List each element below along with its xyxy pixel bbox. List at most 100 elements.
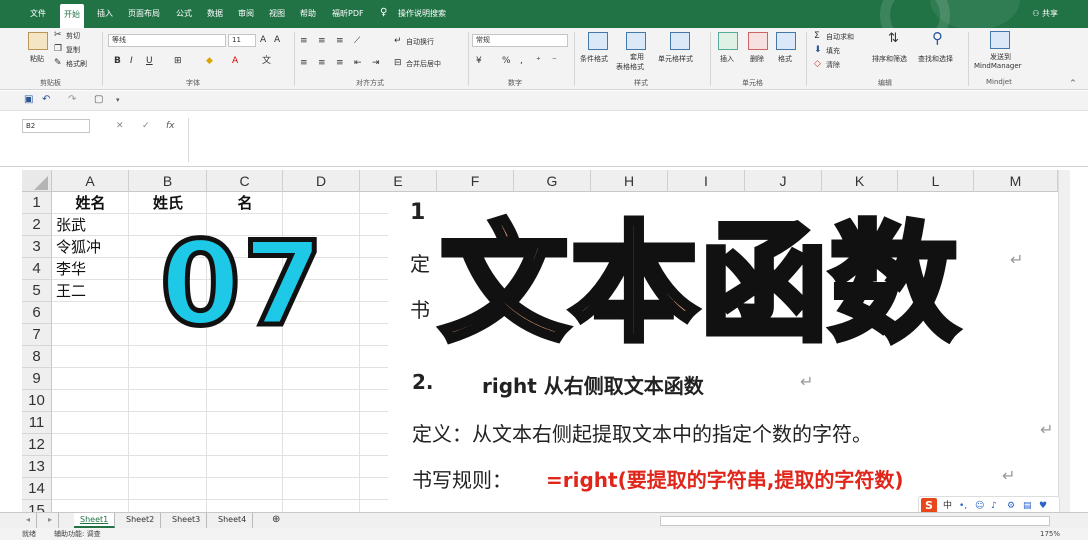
row-header[interactable]: 5 (22, 280, 52, 302)
row-header[interactable]: 12 (22, 434, 52, 456)
tell-me-search[interactable]: 操作说明搜索 (394, 0, 450, 28)
indent-increase-icon[interactable]: ⇥ (372, 58, 380, 68)
customize-qat-icon[interactable]: ▾ (116, 94, 120, 106)
tab-home[interactable]: 开始 (60, 4, 84, 28)
vertical-scrollbar[interactable] (1058, 170, 1070, 512)
ime-punct-icon[interactable]: •, (959, 499, 967, 513)
align-bottom-icon[interactable]: ≡ (336, 36, 344, 46)
cut-button[interactable]: 剪切 (66, 31, 80, 41)
tab-help[interactable]: 帮助 (296, 0, 320, 28)
font-grow-icon[interactable]: A (260, 35, 266, 45)
sheet-tab-4[interactable]: Sheet4 (212, 513, 254, 528)
fill-color-icon[interactable]: ◆ (206, 56, 213, 66)
phonetic-icon[interactable]: 文 (262, 56, 271, 66)
ime-keyboard-icon[interactable]: ▤ (1023, 499, 1032, 513)
align-left-icon[interactable]: ≡ (300, 58, 308, 68)
ime-mic-icon[interactable]: ♪ (991, 499, 997, 513)
autosum-button[interactable]: 自动求和 (826, 32, 854, 42)
cell-a2[interactable]: 张武 (56, 214, 86, 236)
tab-insert[interactable]: 插入 (93, 0, 117, 28)
row-header[interactable]: 3 (22, 236, 52, 258)
fill-button[interactable]: 填充 (826, 46, 840, 56)
number-format-select[interactable]: 常规 (472, 34, 568, 47)
row-header[interactable]: 14 (22, 478, 52, 500)
italic-button[interactable]: I (130, 56, 133, 66)
zoom-level[interactable]: 175% (1040, 528, 1060, 540)
copy-button[interactable]: 复制 (66, 45, 80, 55)
decrease-decimal-icon[interactable]: ⁻ (552, 56, 557, 66)
column-header[interactable]: K (822, 170, 898, 192)
wrap-text-button[interactable]: 自动换行 (406, 37, 434, 47)
clear-button[interactable]: 清除 (826, 60, 840, 70)
align-middle-icon[interactable]: ≡ (318, 36, 326, 46)
redo-icon[interactable]: ↷ (68, 94, 76, 106)
row-header[interactable]: 2 (22, 214, 52, 236)
row-header[interactable]: 10 (22, 390, 52, 412)
format-painter-button[interactable]: 格式刷 (66, 59, 87, 69)
align-center-icon[interactable]: ≡ (318, 58, 326, 68)
indent-decrease-icon[interactable]: ⇤ (354, 58, 362, 68)
formula-input[interactable] (188, 118, 1060, 162)
align-top-icon[interactable]: ≡ (300, 36, 308, 46)
tab-file[interactable]: 文件 (26, 0, 50, 28)
row-header[interactable]: 7 (22, 324, 52, 346)
send-to-label-2[interactable]: MindManager (974, 62, 1022, 70)
cell-b1[interactable]: 姓氏 (129, 192, 207, 214)
add-sheet-icon[interactable]: ⊕ (266, 513, 286, 528)
ime-emoji-icon[interactable]: ☺ (975, 499, 984, 513)
column-header[interactable]: A (52, 170, 129, 192)
font-size-select[interactable]: 11 (228, 34, 256, 47)
column-header[interactable]: M (974, 170, 1058, 192)
sheet-next-icon[interactable]: ▸ (42, 513, 60, 528)
row-header[interactable]: 8 (22, 346, 52, 368)
row-header[interactable]: 13 (22, 456, 52, 478)
row-header[interactable]: 9 (22, 368, 52, 390)
sheet-prev-icon[interactable]: ◂ (20, 513, 38, 528)
format-cells-button[interactable]: 格式 (778, 54, 792, 64)
cell-a5[interactable]: 王二 (56, 280, 86, 302)
table-format-label-2[interactable]: 表格格式 (616, 62, 644, 72)
column-header[interactable]: G (514, 170, 591, 192)
sheet-tab-1[interactable]: Sheet1 (74, 513, 116, 528)
underline-button[interactable]: U (146, 56, 153, 66)
insert-cells-button[interactable]: 插入 (720, 54, 734, 64)
column-header[interactable]: L (898, 170, 974, 192)
collapse-ribbon-icon[interactable]: ^ (1070, 78, 1076, 88)
row-header[interactable]: 15 (22, 500, 52, 512)
horizontal-scrollbar[interactable] (660, 516, 1050, 526)
column-header[interactable]: I (668, 170, 745, 192)
share-button[interactable]: ⚇ 共享 (1032, 0, 1058, 28)
undo-icon[interactable]: ↶ (42, 94, 50, 106)
table-format-label-1[interactable]: 套用 (630, 52, 644, 62)
tab-page-layout[interactable]: 页面布局 (124, 0, 164, 28)
row-header[interactable]: 11 (22, 412, 52, 434)
borders-icon[interactable]: ⊞ (174, 56, 182, 66)
delete-cells-button[interactable]: 删除 (750, 54, 764, 64)
column-header[interactable]: J (745, 170, 822, 192)
tab-data[interactable]: 数据 (203, 0, 227, 28)
cell-style-button[interactable]: 单元格样式 (658, 54, 693, 64)
ime-language[interactable]: 中 (943, 499, 952, 513)
cell-a3[interactable]: 令狐冲 (56, 236, 101, 258)
cancel-icon[interactable]: ✕ (116, 119, 124, 133)
currency-icon[interactable]: ¥ (476, 56, 482, 66)
tab-formulas[interactable]: 公式 (172, 0, 196, 28)
function-button[interactable]: fx (166, 119, 175, 133)
send-to-label-1[interactable]: 发送到 (990, 52, 1011, 62)
confirm-icon[interactable]: ✓ (142, 119, 150, 133)
accessibility-status[interactable]: 辅助功能: 调查 (54, 528, 101, 540)
conditional-format-button[interactable]: 条件格式 (580, 54, 608, 64)
align-right-icon[interactable]: ≡ (336, 58, 344, 68)
font-color-icon[interactable]: A (232, 56, 238, 66)
row-header[interactable]: 4 (22, 258, 52, 280)
comma-icon[interactable]: , (520, 56, 523, 66)
font-name-select[interactable]: 等线 (108, 34, 226, 47)
sort-filter-button[interactable]: 排序和筛选 (872, 54, 907, 64)
column-header[interactable]: C (207, 170, 283, 192)
column-header[interactable]: D (283, 170, 360, 192)
tab-view[interactable]: 视图 (265, 0, 289, 28)
row-header[interactable]: 6 (22, 302, 52, 324)
row-header[interactable]: 1 (22, 192, 52, 214)
paste-icon[interactable] (28, 32, 48, 50)
tab-review[interactable]: 审阅 (234, 0, 258, 28)
